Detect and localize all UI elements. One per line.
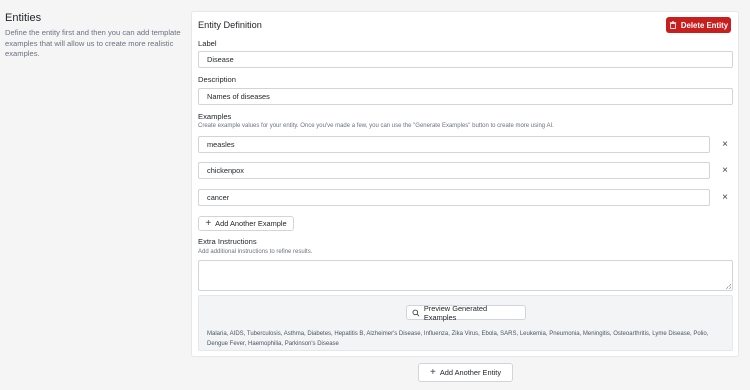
entities-title: Entities — [5, 12, 42, 24]
label-field-label: Label — [198, 39, 217, 48]
entities-intro: Entities Define the entity first and the… — [5, 12, 185, 60]
entity-definition-card: Entity Definition Delete Entity Label Di… — [191, 11, 739, 357]
examples-help: Create example values for your entity. O… — [198, 123, 554, 129]
preview-panel: Preview Generated Examples Malaria, AIDS… — [198, 295, 733, 351]
plus-icon: + — [205, 217, 212, 229]
resize-handle[interactable] — [726, 284, 731, 289]
example-input[interactable]: cancer — [198, 189, 710, 206]
extra-instructions-label: Extra Instructions — [198, 237, 257, 246]
delete-entity-label: Delete Entity — [680, 20, 729, 30]
trash-icon — [669, 21, 677, 29]
add-entity-label: Add Another Entity — [439, 368, 502, 377]
description-input[interactable]: Names of diseases — [198, 88, 733, 105]
delete-entity-button[interactable]: Delete Entity — [666, 17, 731, 33]
add-entity-button[interactable]: + Add Another Entity — [418, 363, 513, 382]
remove-example-icon[interactable]: × — [720, 140, 730, 150]
label-input[interactable]: Disease — [198, 51, 733, 68]
examples-label: Examples — [198, 112, 232, 121]
add-example-label: Add Another Example — [215, 219, 287, 228]
extra-instructions-textarea[interactable] — [198, 260, 733, 291]
remove-example-icon[interactable]: × — [720, 166, 730, 176]
add-example-button[interactable]: + Add Another Example — [198, 216, 294, 231]
preview-results: Malaria, AIDS, Tuberculosis, Asthma, Dia… — [207, 331, 709, 347]
card-title: Entity Definition — [198, 20, 262, 30]
remove-example-icon[interactable]: × — [720, 193, 730, 203]
preview-button-label: Preview Generated Examples — [423, 303, 488, 322]
example-input[interactable]: chickenpox — [198, 162, 710, 179]
extra-instructions-help: Add additional instructions to refine re… — [198, 249, 313, 255]
example-input[interactable]: measles — [198, 136, 710, 153]
search-icon — [412, 309, 420, 316]
entities-description: Define the entity first and then you can… — [5, 28, 181, 58]
plus-icon: + — [429, 366, 436, 378]
description-field-label: Description — [198, 75, 236, 84]
preview-examples-button[interactable]: Preview Generated Examples — [406, 303, 526, 322]
